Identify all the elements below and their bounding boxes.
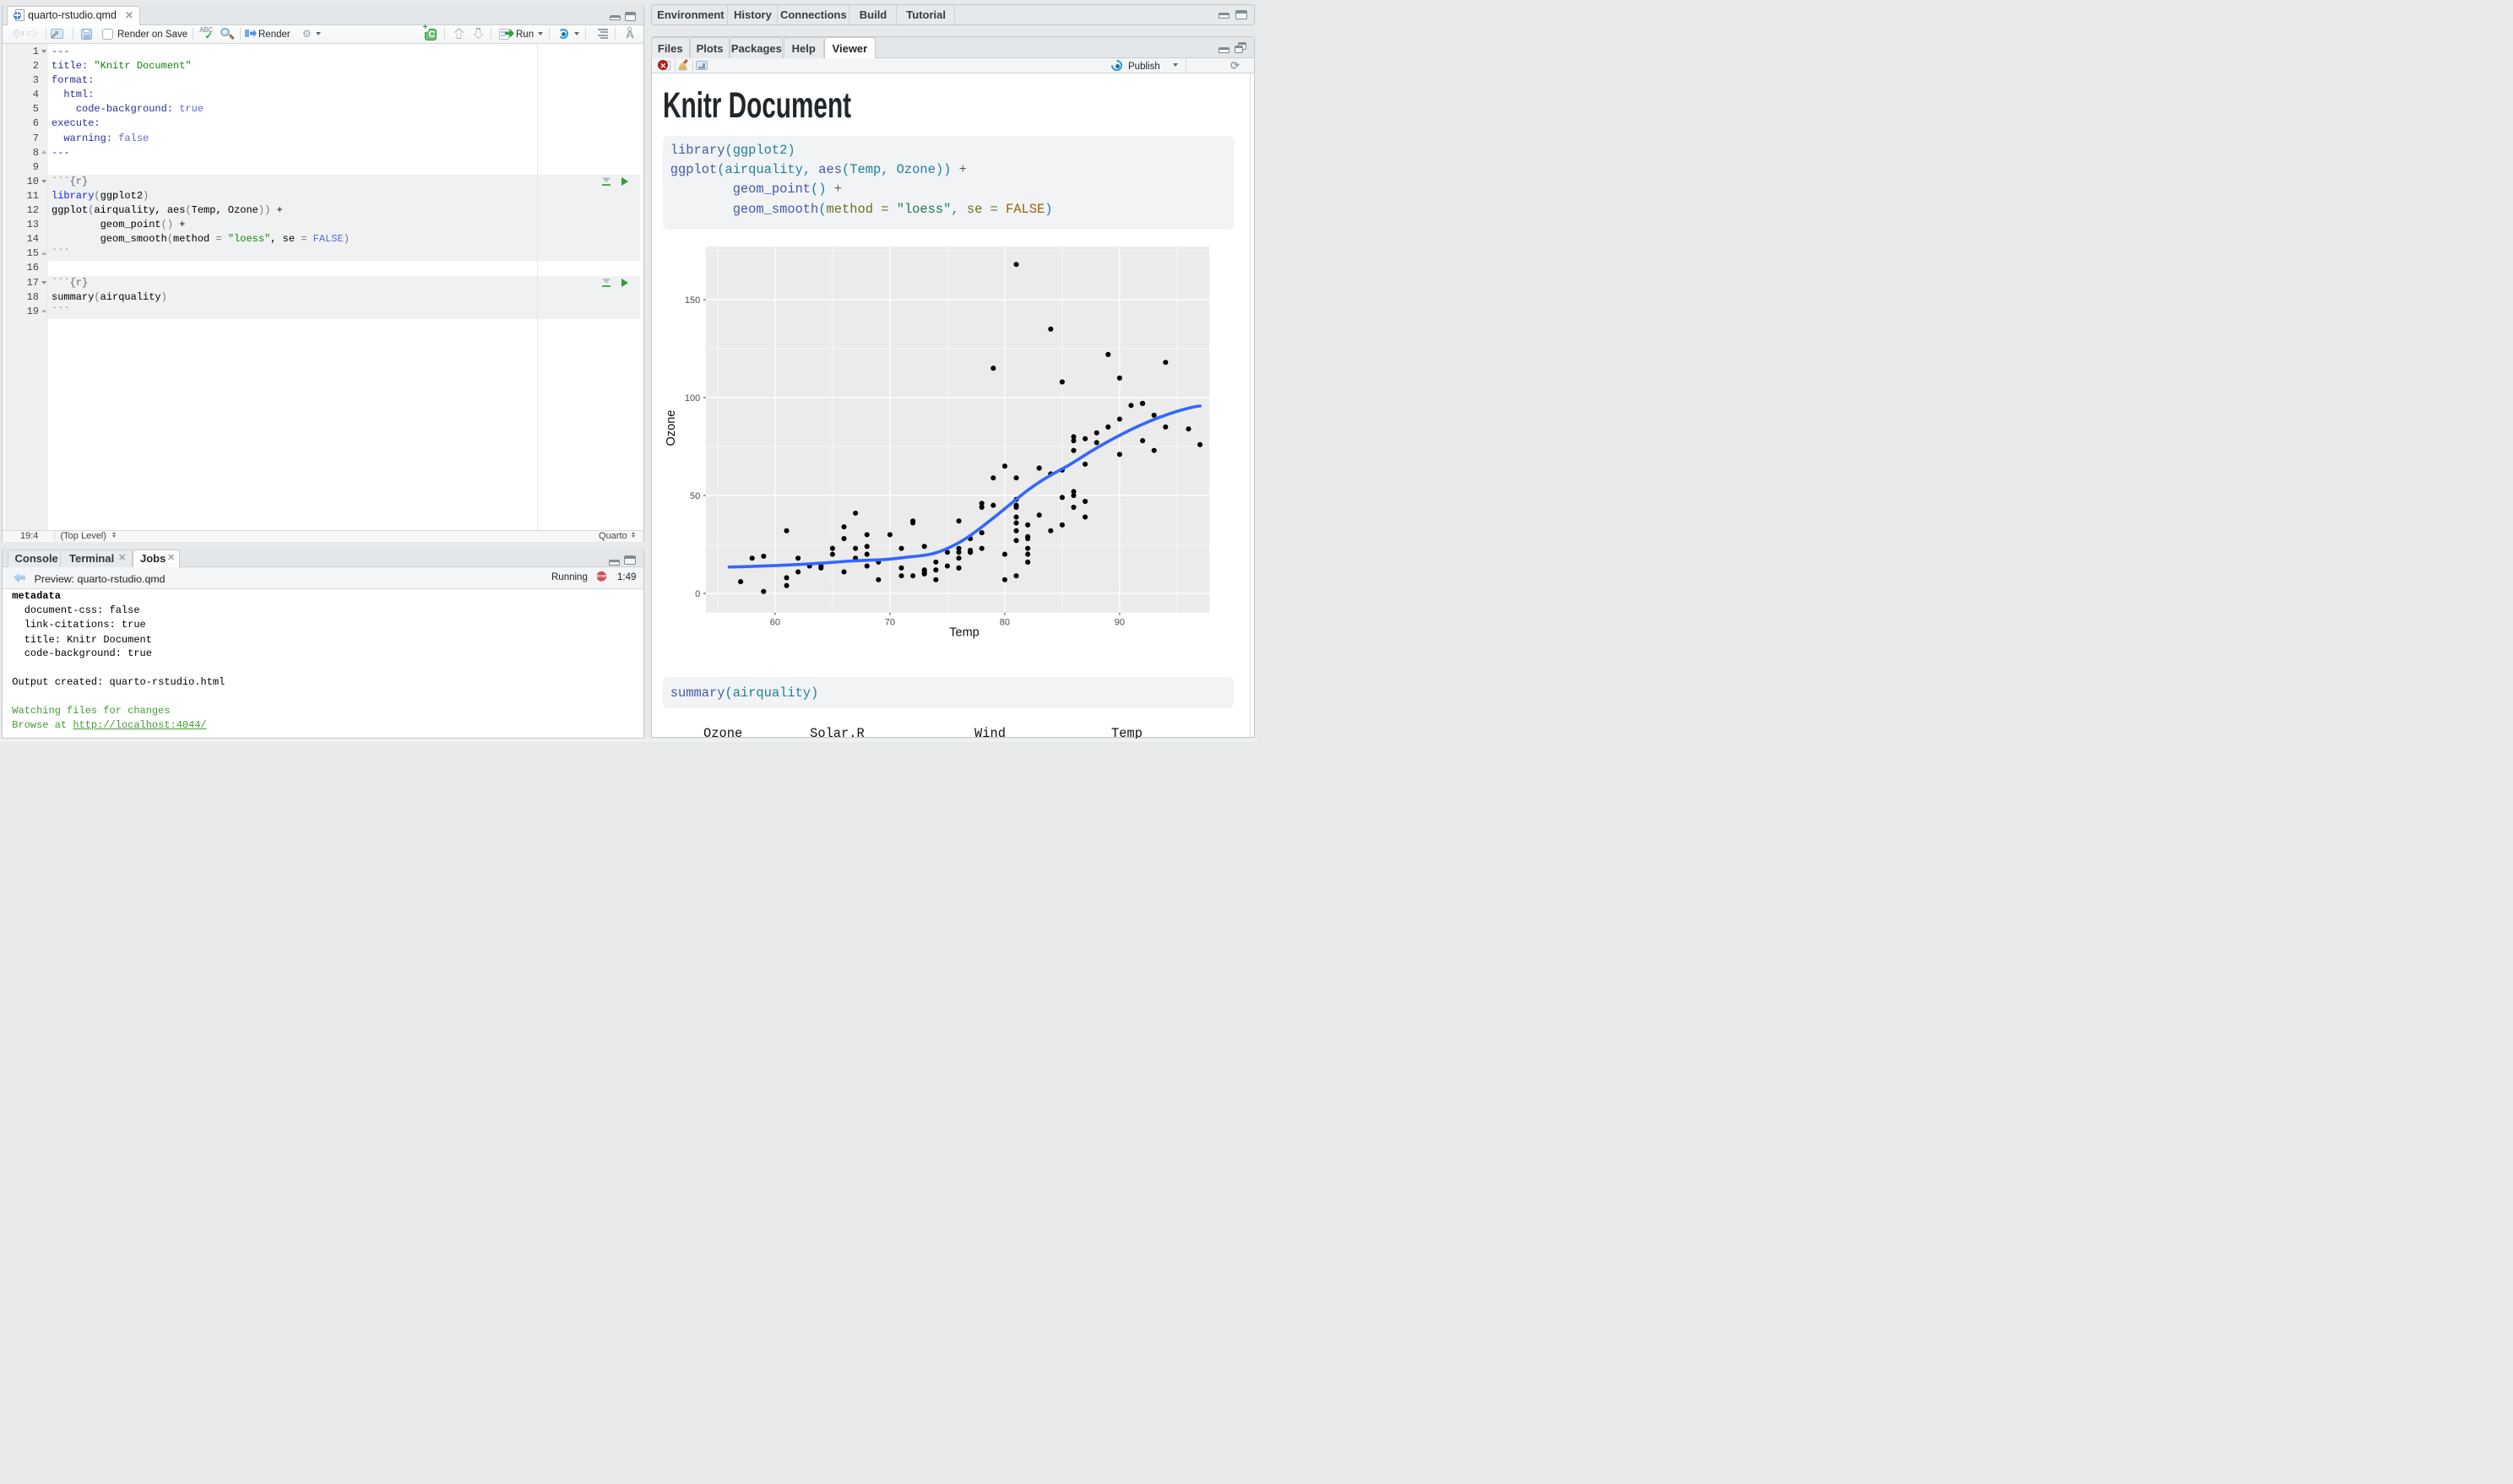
svg-text:150: 150 xyxy=(685,295,700,306)
svg-text:100: 100 xyxy=(685,393,700,403)
svg-text:0: 0 xyxy=(695,589,700,599)
svg-text:80: 80 xyxy=(1000,617,1010,627)
svg-text:Ozone: Ozone xyxy=(665,410,678,447)
svg-text:70: 70 xyxy=(885,617,895,627)
svg-text:90: 90 xyxy=(1115,617,1125,627)
svg-text:50: 50 xyxy=(690,491,700,501)
svg-text:60: 60 xyxy=(770,617,780,627)
svg-text:Temp: Temp xyxy=(949,626,979,640)
